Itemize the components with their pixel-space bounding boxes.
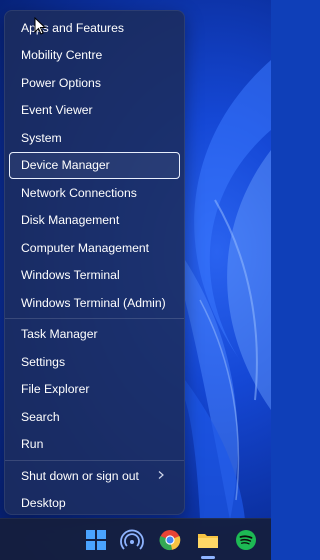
winx-context-menu: Apps and Features Mobility Centre Power Op…: [4, 10, 185, 515]
menu-item-label: Network Connections: [21, 185, 137, 200]
menu-item-label: Run: [21, 437, 44, 452]
menu-item-desktop[interactable]: Desktop: [9, 490, 180, 518]
menu-item-event-viewer[interactable]: Event Viewer: [9, 97, 180, 125]
wireless-display-icon[interactable]: [120, 528, 144, 552]
menu-item-label: Event Viewer: [21, 103, 93, 118]
menu-item-shut-down-or-sign-out[interactable]: Shut down or sign out: [9, 462, 180, 490]
menu-item-network-connections[interactable]: Network Connections: [9, 179, 180, 207]
menu-item-label: Desktop: [21, 496, 66, 511]
chevron-right-icon: [158, 471, 164, 479]
menu-item-label: Device Manager: [21, 158, 110, 173]
menu-item-label: Windows Terminal: [21, 268, 120, 283]
menu-item-label: Windows Terminal (Admin): [21, 295, 166, 310]
menu-item-label: File Explorer: [21, 382, 90, 397]
menu-item-label: Task Manager: [21, 327, 98, 342]
start-icon[interactable]: [84, 528, 108, 552]
menu-item-label: Settings: [21, 354, 66, 369]
menu-item-label: Mobility Centre: [21, 48, 103, 63]
menu-item-label: Shut down or sign out: [21, 468, 139, 483]
menu-item-disk-management[interactable]: Disk Management: [9, 207, 180, 235]
taskbar: [0, 518, 271, 560]
menu-separator: [5, 318, 184, 319]
menu-item-file-explorer[interactable]: File Explorer: [9, 376, 180, 404]
menu-item-label: Search: [21, 409, 60, 424]
menu-item-device-manager[interactable]: Device Manager: [9, 151, 180, 179]
file-explorer-icon[interactable]: [196, 528, 220, 552]
spotify-icon[interactable]: [234, 528, 258, 552]
menu-item-task-manager[interactable]: Task Manager: [9, 321, 180, 349]
menu-separator: [5, 459, 184, 461]
menu-item-power-options[interactable]: Power Options: [9, 69, 180, 97]
menu-item-windows-terminal-admin[interactable]: Windows Terminal (Admin): [9, 289, 180, 317]
menu-item-mobility-centre[interactable]: Mobility Centre: [9, 42, 180, 70]
menu-item-computer-management[interactable]: Computer Management: [9, 234, 180, 262]
mouse-cursor-icon: [34, 17, 46, 35]
menu-item-windows-terminal[interactable]: Windows Terminal: [9, 262, 180, 290]
menu-item-system[interactable]: System: [9, 124, 180, 152]
menu-item-label: System: [21, 130, 62, 145]
menu-item-label: Power Options: [21, 75, 101, 90]
menu-item-label: Disk Management: [21, 213, 120, 228]
file-explorer-running-indicator: [201, 556, 215, 559]
menu-item-run[interactable]: Run: [9, 431, 180, 459]
menu-item-label: Computer Management: [21, 240, 150, 255]
chrome-icon[interactable]: [158, 528, 182, 552]
menu-item-settings[interactable]: Settings: [9, 348, 180, 376]
menu-item-search[interactable]: Search: [9, 403, 180, 431]
